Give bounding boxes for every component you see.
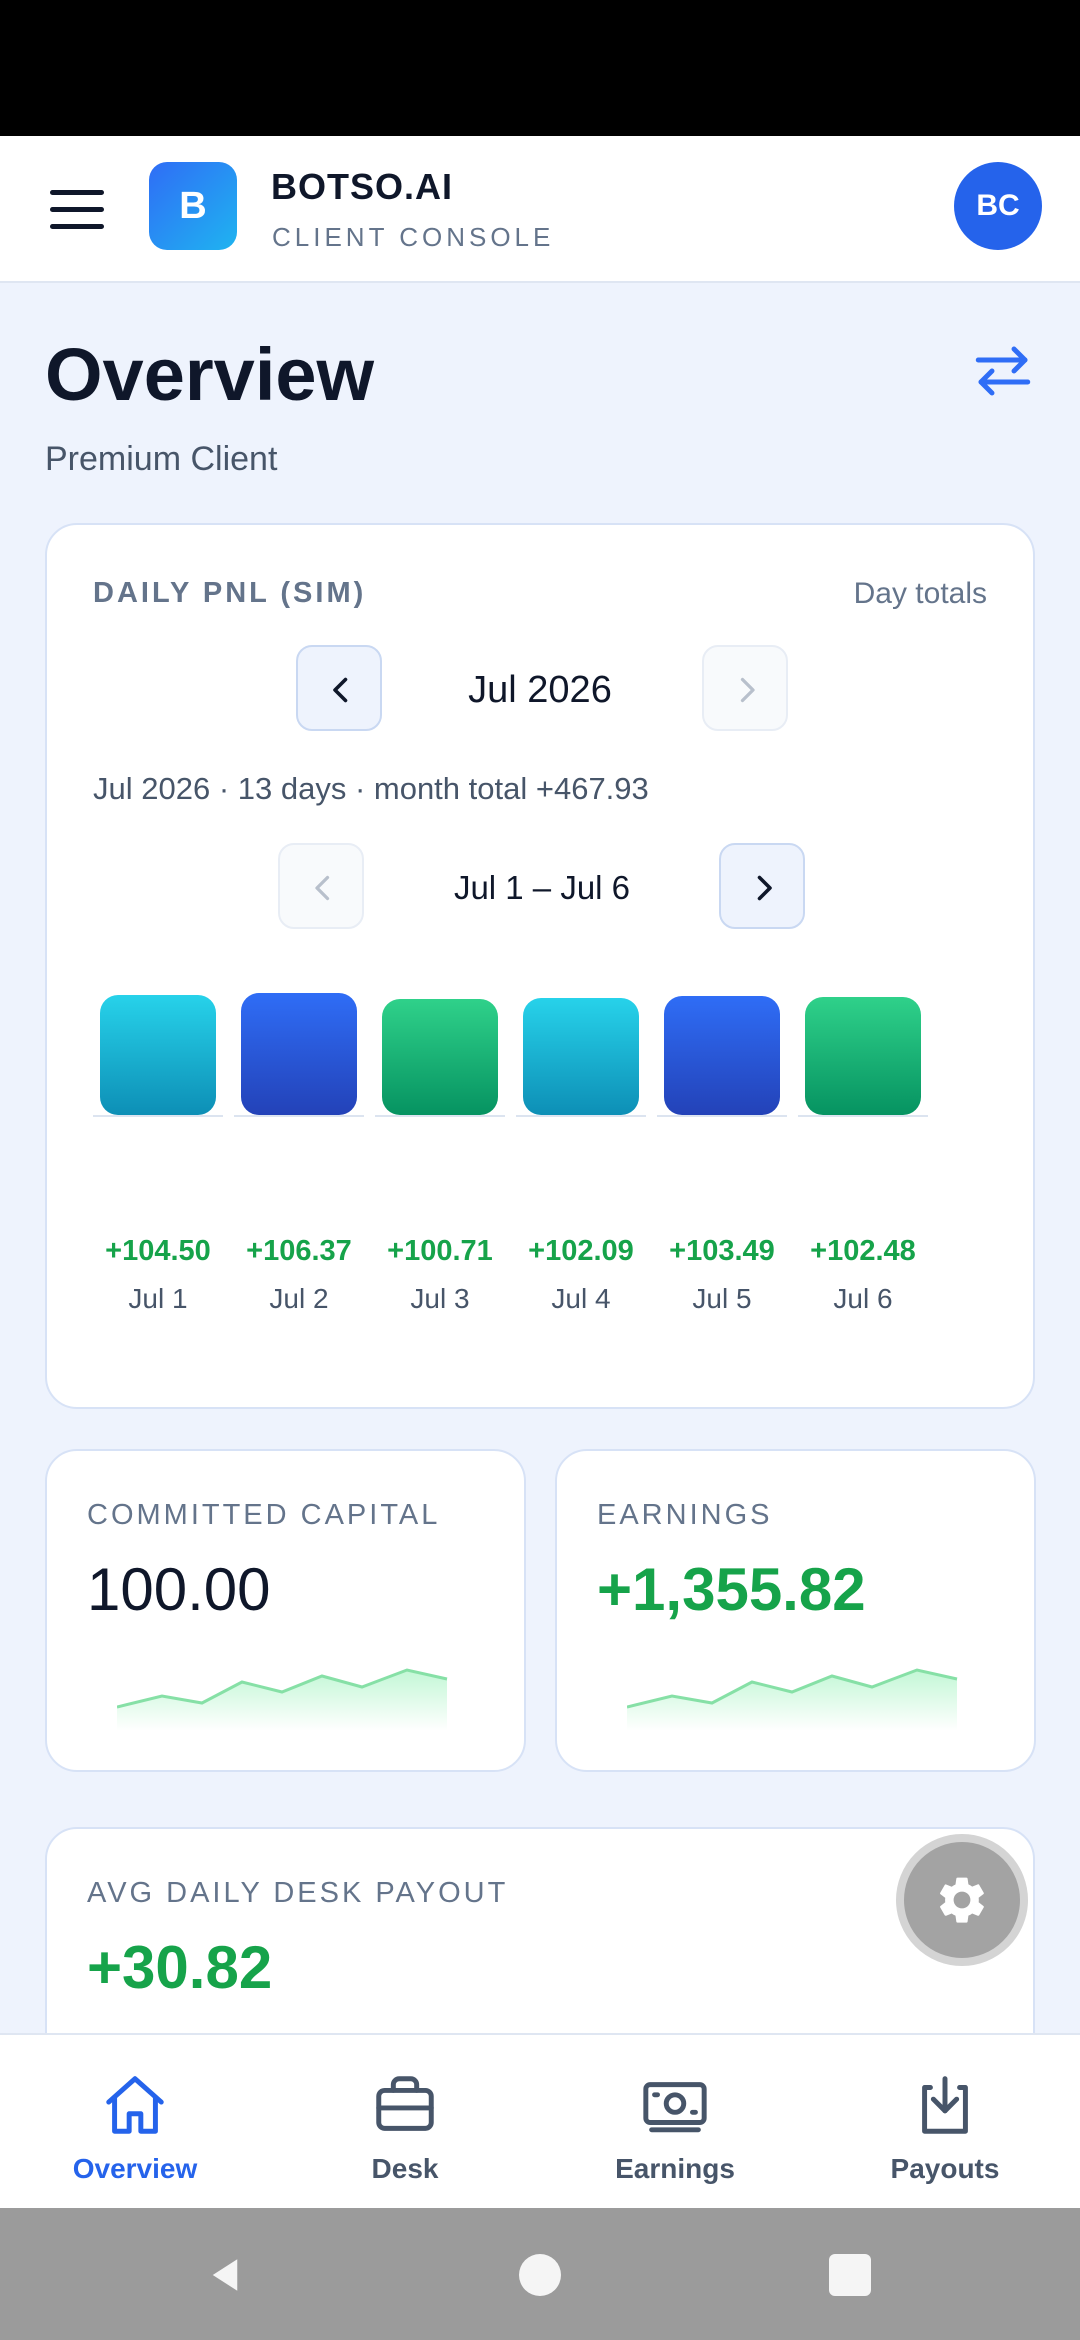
pnl-bar-column[interactable]: +102.48 Jul 6 <box>798 945 928 1325</box>
chevron-left-icon <box>333 677 348 703</box>
pnl-bar[interactable] <box>523 998 639 1115</box>
bar-value-label: +106.37 <box>246 1235 352 1267</box>
home-icon <box>106 2076 164 2134</box>
system-nav-bar <box>0 2208 1080 2340</box>
pnl-bar[interactable] <box>664 996 780 1115</box>
chevron-right-icon <box>740 677 755 703</box>
next-week-button[interactable] <box>719 843 805 929</box>
nav-earnings-label: Earnings <box>615 2153 735 2184</box>
pnl-bar-column[interactable]: +103.49 Jul 5 <box>657 945 787 1325</box>
brand-logo: B <box>149 162 237 250</box>
capital-label: COMMITTED CAPITAL <box>87 1499 441 1531</box>
nav-overview[interactable]: Overview <box>0 2035 270 2210</box>
week-range-label: Jul 1 – Jul 6 <box>453 869 631 906</box>
pnl-bar-column[interactable]: +106.37 Jul 2 <box>234 945 364 1325</box>
page-subtitle: Premium Client <box>45 440 278 478</box>
earnings-sparkline <box>627 1668 958 1731</box>
bar-value-label: +100.71 <box>387 1235 493 1267</box>
bar-baseline <box>516 1115 646 1117</box>
nav-desk[interactable]: Desk <box>270 2035 540 2210</box>
download-icon <box>922 2076 968 2134</box>
pnl-bar[interactable] <box>382 999 498 1115</box>
avg-payout-label: AVG DAILY DESK PAYOUT <box>87 1877 509 1909</box>
prev-month-button[interactable] <box>296 645 382 731</box>
app-header: B BOTSO.AI CLIENT CONSOLE BC <box>0 136 1080 283</box>
gear-icon <box>940 1877 984 1923</box>
bar-value-label: +104.50 <box>105 1235 211 1267</box>
settings-fab[interactable] <box>896 1834 1028 1966</box>
bar-date-label: Jul 5 <box>692 1283 752 1314</box>
bar-date-label: Jul 6 <box>833 1283 893 1314</box>
avatar[interactable]: BC <box>954 162 1042 250</box>
pnl-bar[interactable] <box>805 997 921 1115</box>
capital-value: 100.00 <box>87 1556 271 1623</box>
swap-arrows-icon <box>975 346 1031 396</box>
bar-baseline <box>375 1115 505 1117</box>
pnl-bar-column[interactable]: +104.50 Jul 1 <box>93 945 223 1325</box>
bar-baseline <box>234 1115 364 1117</box>
next-month-button[interactable] <box>702 645 788 731</box>
pnl-bar-chart: +104.50 Jul 1 +106.37 Jul 2 +100.71 Jul 3 +102… <box>93 945 993 1325</box>
capital-sparkline <box>117 1668 448 1731</box>
status-bar <box>0 0 1080 136</box>
page-title: Overview <box>45 333 375 416</box>
back-icon[interactable] <box>204 2254 246 2296</box>
menu-icon-line <box>50 190 104 195</box>
nav-desk-label: Desk <box>371 2153 439 2184</box>
daily-pnl-card: DAILY PNL (SIM) Day totals Jul 2026 Jul … <box>45 523 1035 1409</box>
earnings-value: +1,355.82 <box>597 1556 866 1623</box>
bottom-nav: Overview Desk Earnings Payouts <box>0 2033 1080 2208</box>
bar-value-label: +102.48 <box>810 1235 916 1267</box>
month-label: Jul 2026 <box>468 669 612 711</box>
bar-date-label: Jul 1 <box>128 1283 188 1314</box>
pnl-bar-column[interactable]: +100.71 Jul 3 <box>375 945 505 1325</box>
switch-button[interactable] <box>970 338 1036 404</box>
nav-earnings[interactable]: Earnings <box>540 2035 810 2210</box>
bar-date-label: Jul 2 <box>269 1283 329 1314</box>
bar-value-label: +103.49 <box>669 1235 775 1267</box>
recents-icon[interactable] <box>829 2254 871 2296</box>
brand-name: BOTSO.AI <box>271 166 454 207</box>
prev-week-button[interactable] <box>278 843 364 929</box>
bar-baseline <box>798 1115 928 1117</box>
brand-subtitle: CLIENT CONSOLE <box>272 222 555 252</box>
menu-icon-line <box>50 224 104 229</box>
bar-baseline <box>657 1115 787 1117</box>
chevron-right-icon <box>757 875 772 901</box>
banknote-icon <box>643 2082 707 2133</box>
pnl-bar[interactable] <box>100 995 216 1115</box>
earnings-card: EARNINGS +1,355.82 <box>555 1449 1036 1772</box>
month-summary: Jul 2026 · 13 days · month total +467.93 <box>93 771 649 806</box>
home-nav-icon[interactable] <box>519 2254 561 2296</box>
bar-value-label: +102.09 <box>528 1235 634 1267</box>
bar-baseline <box>93 1115 223 1117</box>
earnings-label: EARNINGS <box>597 1499 773 1531</box>
menu-button[interactable] <box>40 180 114 240</box>
bar-date-label: Jul 3 <box>410 1283 470 1314</box>
briefcase-icon <box>376 2076 434 2131</box>
bar-date-label: Jul 4 <box>551 1283 611 1314</box>
menu-icon-line <box>50 207 104 212</box>
pnl-bar-column[interactable]: +102.09 Jul 4 <box>516 945 646 1325</box>
pnl-card-label: DAILY PNL (SIM) <box>93 577 367 609</box>
nav-payouts-label: Payouts <box>890 2153 1000 2184</box>
pnl-bar[interactable] <box>241 993 357 1115</box>
nav-payouts[interactable]: Payouts <box>810 2035 1080 2210</box>
avg-payout-value: +30.82 <box>87 1934 273 2001</box>
committed-capital-card: COMMITTED CAPITAL 100.00 <box>45 1449 526 1772</box>
nav-overview-label: Overview <box>72 2153 198 2184</box>
day-totals-toggle[interactable]: Day totals <box>854 577 987 611</box>
chevron-left-icon <box>315 875 330 901</box>
